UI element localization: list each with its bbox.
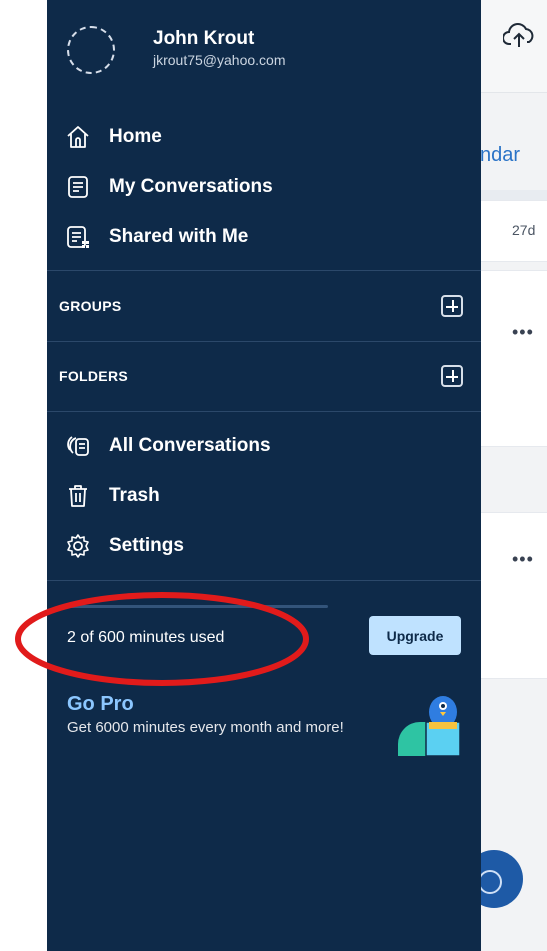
shared-document-icon [65, 224, 91, 250]
background-card[interactable] [481, 512, 547, 679]
profile-email: jkrout75@yahoo.com [153, 52, 286, 68]
background-card[interactable] [481, 270, 547, 447]
document-icon [65, 174, 91, 200]
groups-section: GROUPS [59, 286, 463, 326]
go-pro-illustration-icon [398, 696, 461, 757]
more-options-icon[interactable]: ••• [512, 549, 534, 570]
divider [47, 580, 481, 581]
avatar[interactable] [67, 26, 115, 74]
usage-progress-fill [67, 605, 68, 608]
go-pro-title[interactable]: Go Pro [67, 693, 134, 716]
profile-header[interactable]: John Krout jkrout75@yahoo.com [63, 25, 463, 85]
upgrade-button[interactable]: Upgrade [369, 616, 461, 655]
nav-item-settings[interactable]: Settings [65, 526, 445, 566]
microphone-icon [478, 870, 502, 894]
background-card-days: 27d [512, 222, 536, 238]
gear-icon [65, 533, 91, 559]
nav-item-label: Trash [109, 485, 160, 506]
navigation-drawer: John Krout jkrout75@yahoo.com Home My Co… [47, 0, 481, 951]
background-strip [481, 0, 547, 951]
divider [47, 270, 481, 271]
trash-icon [65, 483, 91, 509]
folders-section: FOLDERS [59, 356, 463, 396]
cloud-upload-icon[interactable] [503, 22, 535, 50]
nav-item-label: Settings [109, 535, 184, 556]
nav-item-label: Shared with Me [109, 226, 249, 247]
add-group-button[interactable] [441, 295, 463, 317]
nav-item-home[interactable]: Home [65, 117, 445, 157]
home-icon [65, 124, 91, 150]
usage-text: 2 of 600 minutes used [67, 629, 225, 646]
background-tab-calendar[interactable]: ndar [480, 144, 520, 167]
nav-item-my-conversations[interactable]: My Conversations [65, 167, 445, 207]
nav-item-trash[interactable]: Trash [65, 476, 445, 516]
divider [47, 341, 481, 342]
divider [47, 411, 481, 412]
stacked-documents-icon [65, 433, 91, 459]
background-tab-separator [481, 190, 547, 200]
nav-item-label: My Conversations [109, 176, 273, 197]
folders-heading: FOLDERS [59, 368, 128, 384]
groups-heading: GROUPS [59, 298, 122, 314]
profile-name: John Krout [153, 28, 255, 49]
usage-progress-bar [67, 605, 328, 608]
add-folder-button[interactable] [441, 365, 463, 387]
nav-item-all-conversations[interactable]: All Conversations [65, 426, 445, 466]
nav-item-label: Home [109, 126, 162, 147]
more-options-icon[interactable]: ••• [512, 322, 534, 343]
nav-item-shared-with-me[interactable]: Shared with Me [65, 217, 445, 257]
nav-item-label: All Conversations [109, 435, 271, 456]
go-pro-description: Get 6000 minutes every month and more! [67, 719, 344, 736]
